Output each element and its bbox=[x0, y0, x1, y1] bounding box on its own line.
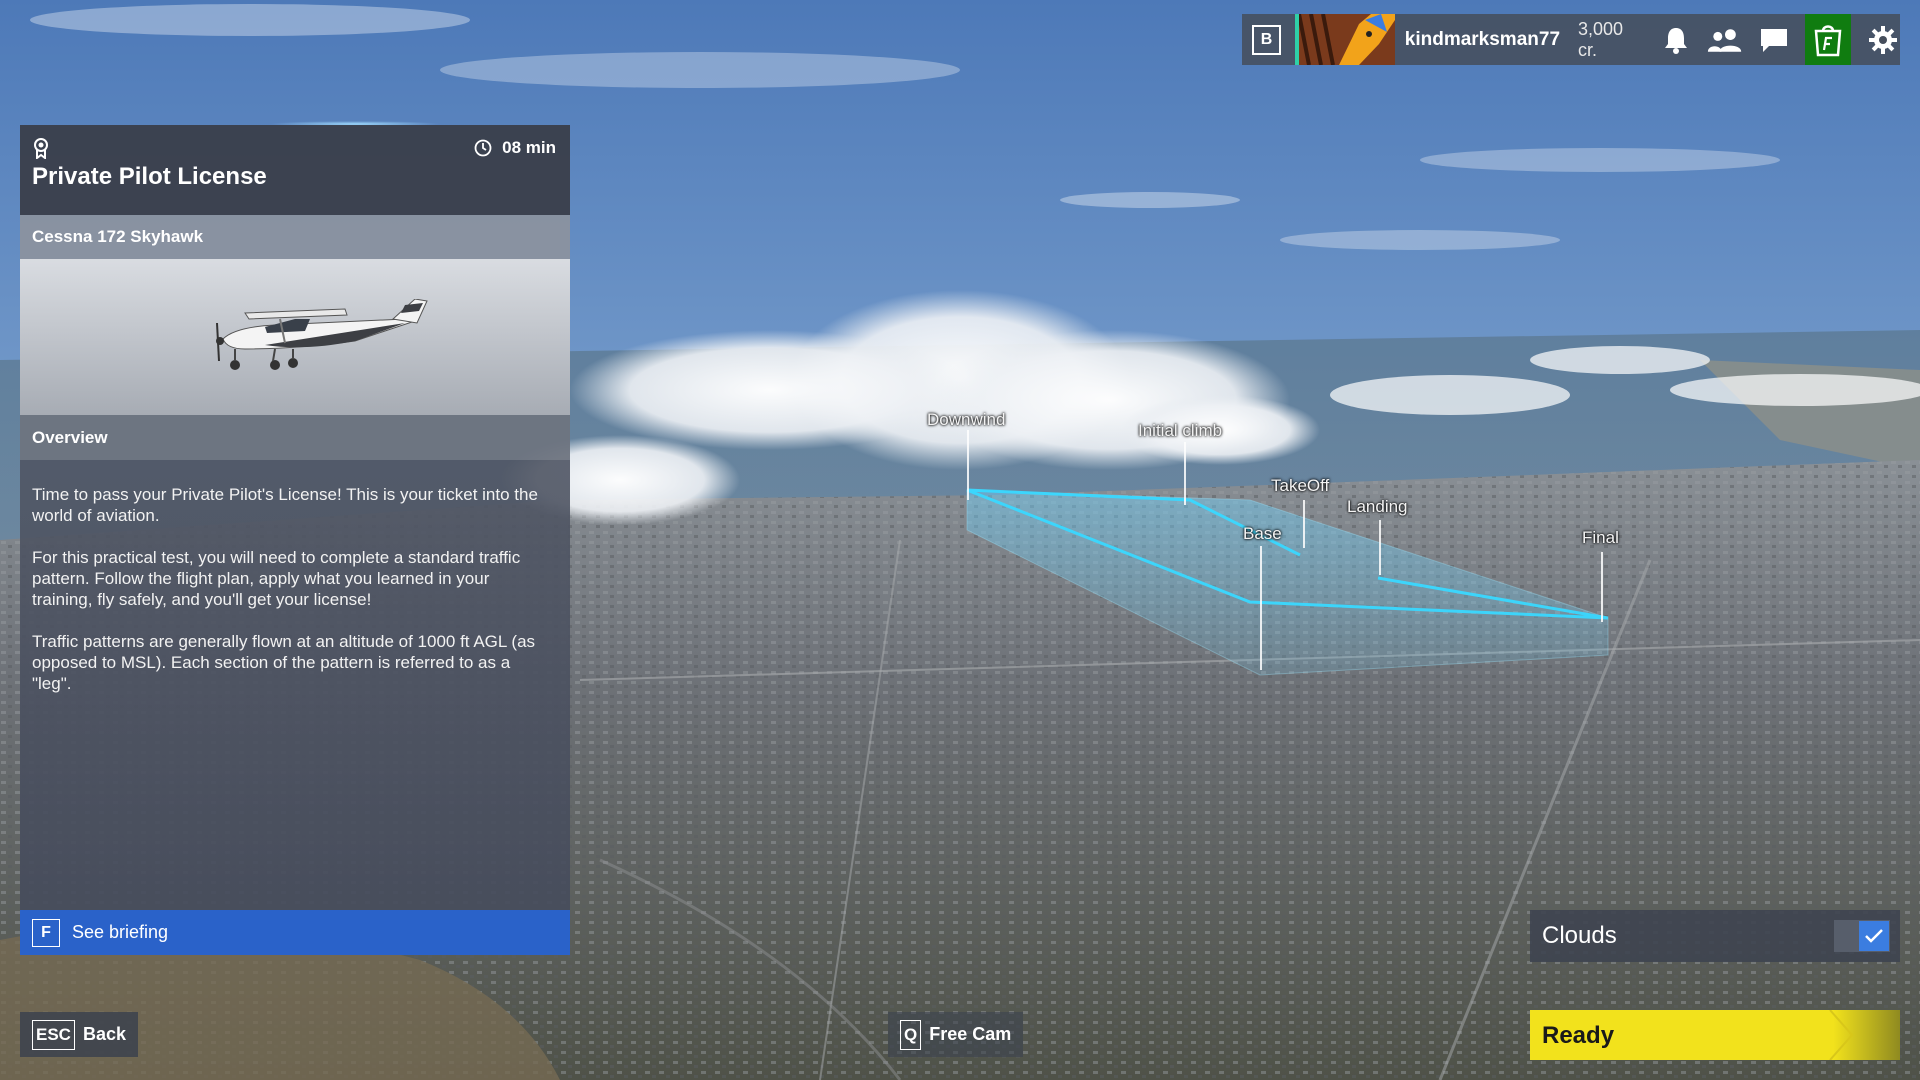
clouds-toggle[interactable]: Clouds bbox=[1530, 910, 1900, 962]
waypoint-label-landing: Landing bbox=[1347, 497, 1408, 516]
free-cam-label: Free Cam bbox=[929, 1024, 1012, 1044]
chat-icon[interactable] bbox=[1757, 22, 1792, 58]
briefing-key-hint: F bbox=[32, 918, 60, 947]
panel-header: Private Pilot License 08 min bbox=[20, 125, 570, 215]
activity-title: Private Pilot License bbox=[32, 163, 267, 190]
waypoint-label-downwind: Downwind bbox=[927, 410, 1006, 429]
credits-balance: 3,000 cr. bbox=[1578, 18, 1624, 60]
waypoint-label-final: Final bbox=[1582, 528, 1619, 547]
award-icon bbox=[32, 137, 50, 164]
duration: 08 min bbox=[474, 138, 556, 158]
q-key-hint: Q bbox=[900, 1019, 922, 1050]
back-label: Back bbox=[82, 1024, 126, 1044]
description-paragraph: Time to pass your Private Pilot's Licens… bbox=[32, 485, 538, 525]
back-button[interactable]: ESC Back bbox=[20, 1012, 138, 1057]
aircraft-name: Cessna 172 Skyhawk bbox=[20, 215, 570, 259]
duration-value: 08 min bbox=[502, 138, 556, 157]
checkmark-icon bbox=[1859, 921, 1889, 951]
activity-panel: Private Pilot License 08 min Cessna 172 … bbox=[20, 121, 570, 955]
see-briefing-button[interactable]: F See briefing bbox=[20, 910, 570, 955]
top-bar: B kindmarksman77 3,000 cr. bbox=[1242, 14, 1900, 65]
gear-icon[interactable] bbox=[1865, 22, 1900, 58]
description-paragraph: Traffic patterns are generally flown at … bbox=[32, 632, 536, 693]
waypoint-label-initial-climb: Initial climb bbox=[1138, 421, 1223, 440]
ready-label: Ready bbox=[1542, 1022, 1615, 1049]
briefing-label: See briefing bbox=[72, 922, 169, 942]
overview-header: Overview bbox=[20, 415, 570, 460]
bell-icon[interactable] bbox=[1658, 22, 1693, 58]
aircraft-image bbox=[20, 259, 570, 415]
clouds-checkbox[interactable] bbox=[1834, 920, 1890, 952]
clock-icon bbox=[474, 139, 492, 157]
username[interactable]: kindmarksman77 bbox=[1405, 29, 1560, 51]
waypoint-label-base: Base bbox=[1243, 524, 1282, 543]
profile-key-hint[interactable]: B bbox=[1252, 24, 1281, 55]
overview-description: Time to pass your Private Pilot's Licens… bbox=[20, 460, 570, 910]
friends-icon[interactable] bbox=[1707, 22, 1743, 58]
free-cam-button[interactable]: Q Free Cam bbox=[888, 1012, 1024, 1057]
clouds-label: Clouds bbox=[1542, 922, 1617, 949]
description-paragraph: For this practical test, you will need t… bbox=[32, 548, 521, 609]
avatar[interactable] bbox=[1298, 14, 1395, 65]
waypoint-label-takeoff: TakeOff bbox=[1271, 476, 1330, 495]
ready-button[interactable]: Ready bbox=[1530, 1010, 1900, 1060]
marketplace-icon[interactable] bbox=[1805, 14, 1852, 65]
esc-key-hint: ESC bbox=[32, 1019, 75, 1050]
